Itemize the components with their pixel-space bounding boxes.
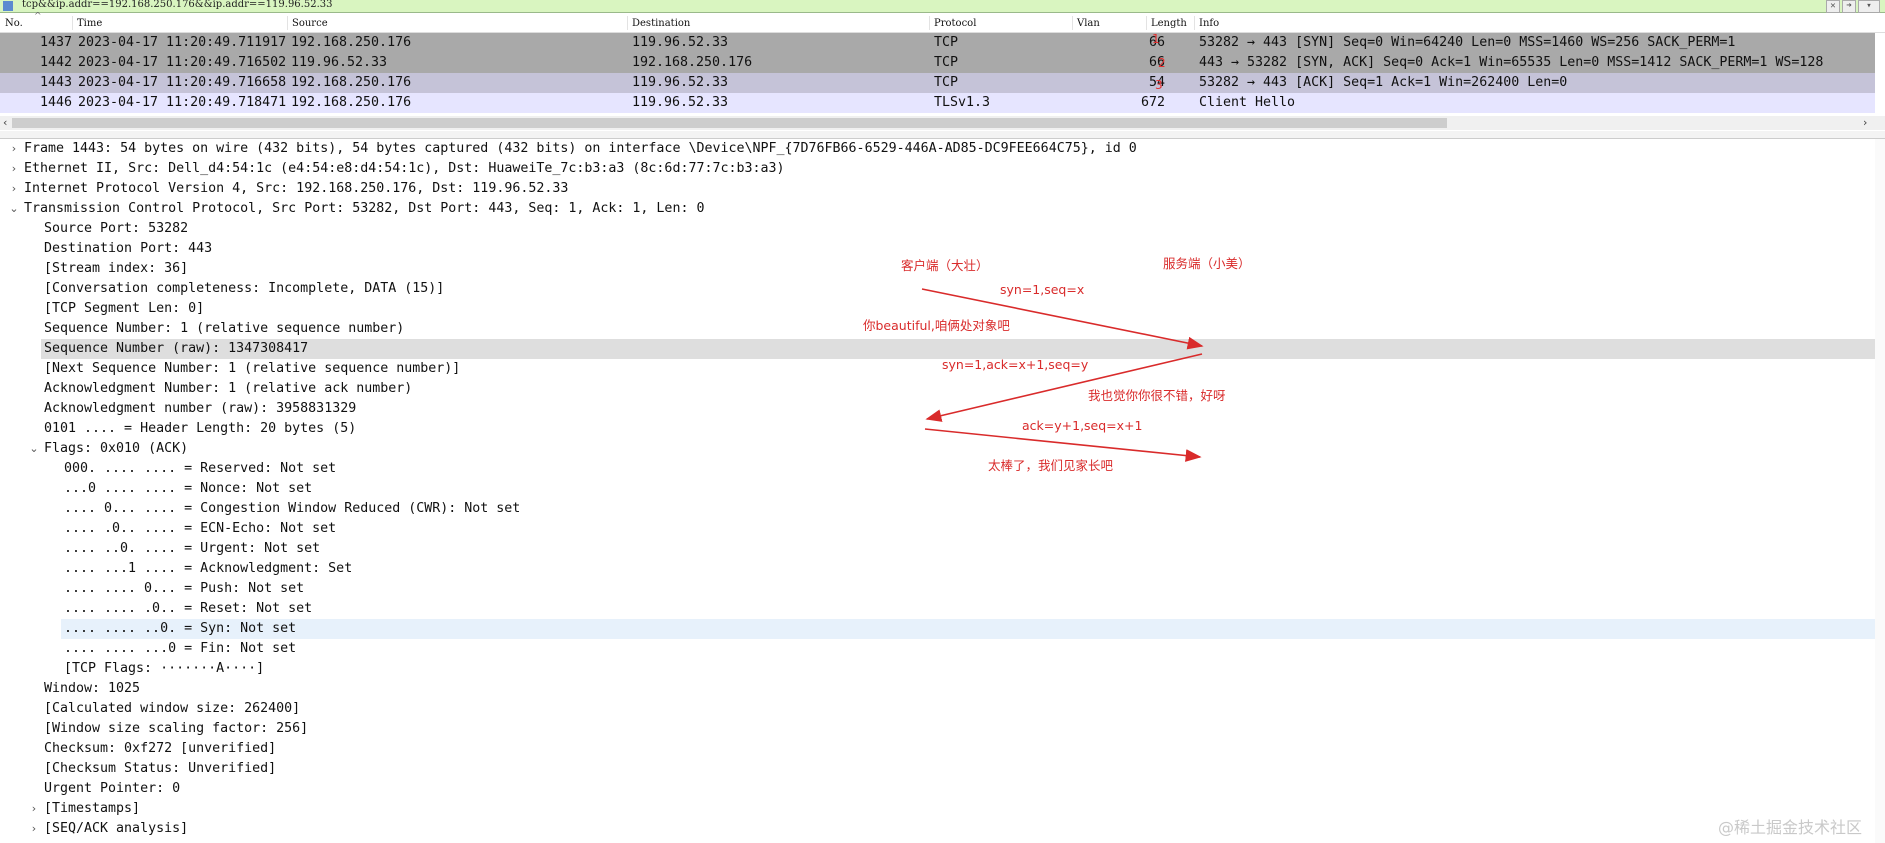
msg2-label: 我也觉你你很不错，好呀 — [1088, 388, 1226, 403]
arrow-ack — [924, 428, 1202, 462]
watermark: @稀土掘金技术社区 — [1718, 818, 1863, 837]
msg1-label: 你beautiful,咱俩处对象吧 — [863, 318, 1010, 333]
client-label: 客户端（大壮） — [901, 258, 989, 273]
step1-label: syn=1,seq=x — [1000, 282, 1085, 297]
annotation-number-1: 1 — [1152, 32, 1160, 46]
step2-label: syn=1,ack=x+1,seq=y — [942, 357, 1089, 372]
step3-label: ack=y+1,seq=x+1 — [1022, 418, 1143, 433]
msg3-label: 太棒了，我们见家长吧 — [988, 458, 1114, 473]
server-label: 服务端（小美） — [1163, 256, 1251, 271]
annotation-number-3: 3 — [1155, 78, 1163, 92]
annotation-number-2: 2 — [1158, 56, 1166, 70]
handshake-arrows — [921, 288, 1204, 462]
